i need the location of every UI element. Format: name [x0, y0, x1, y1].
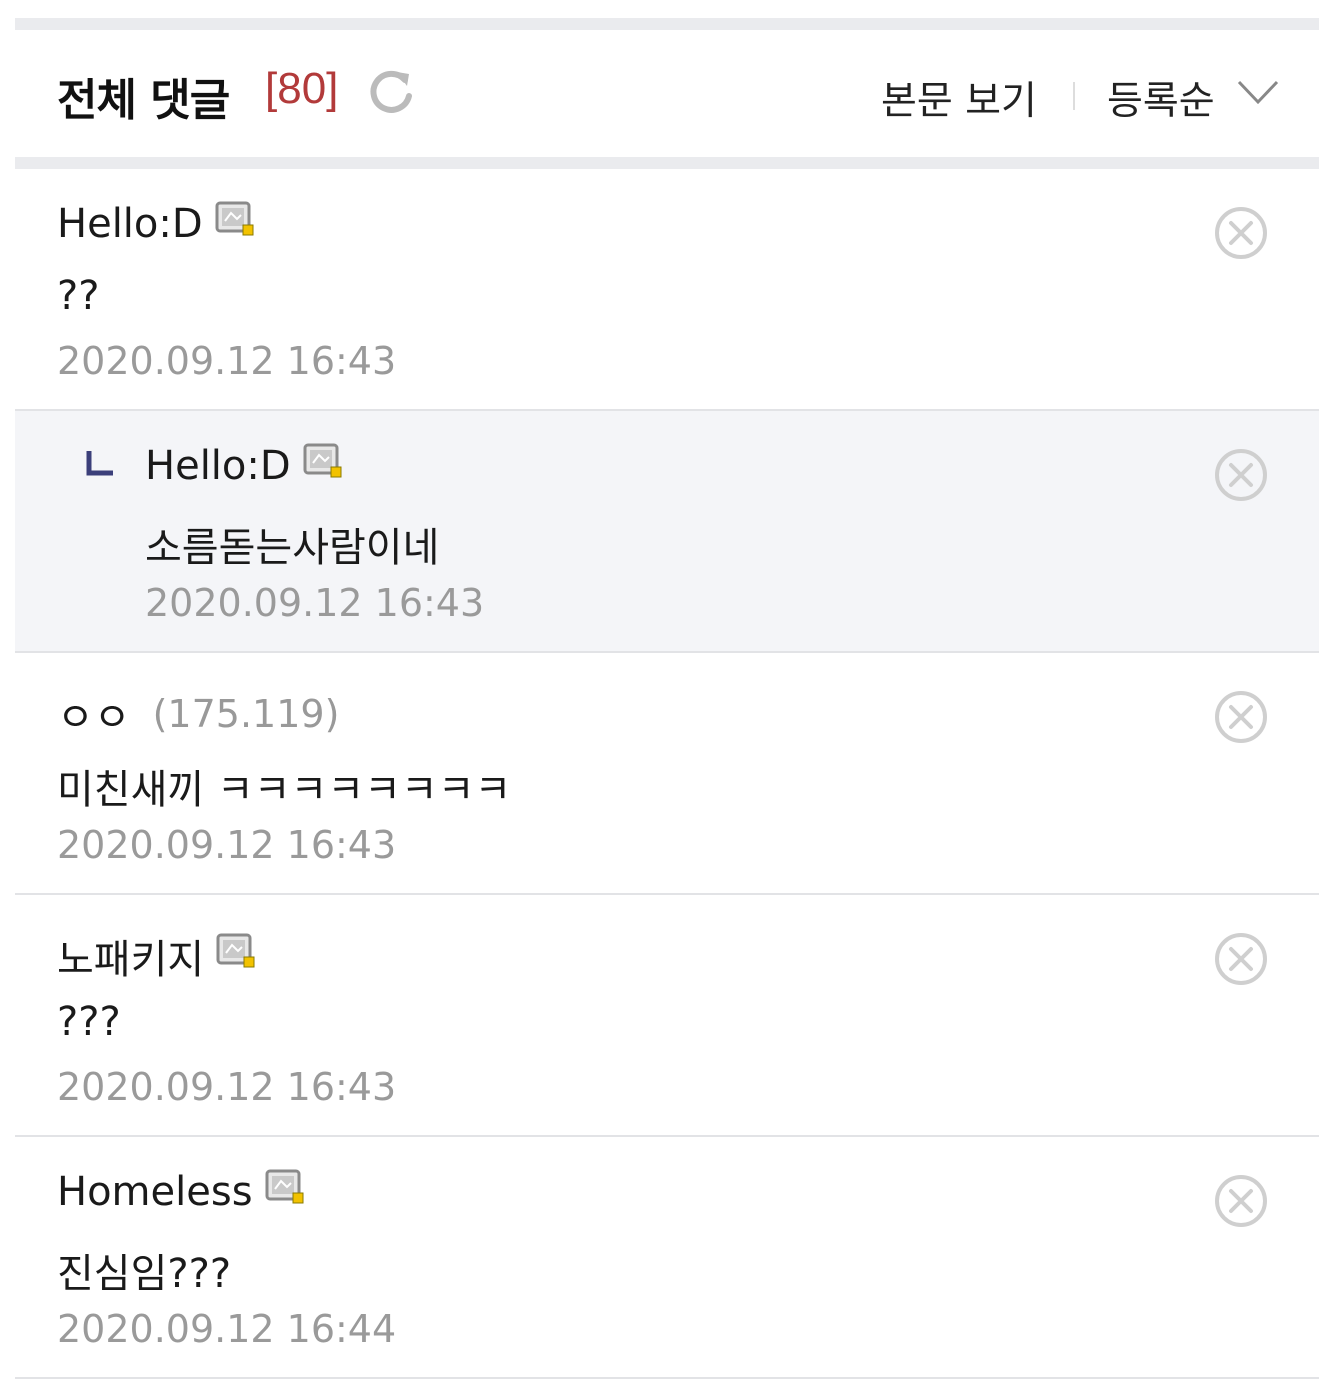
member-badge-icon: [265, 1169, 304, 1204]
header-divider: [1073, 82, 1075, 110]
comment-item: Hello:D?? 2020.09.12 16:43: [15, 169, 1319, 411]
comment-item: 노패키지??? 2020.09.12 16:43: [15, 895, 1319, 1137]
comment-author[interactable]: Hello:D: [145, 443, 291, 489]
comment-author-ip: (175.119): [152, 692, 340, 736]
comment-text: 진심임???: [57, 1251, 232, 1297]
comment-author-line: ㅇㅇ (175.119): [57, 685, 339, 743]
reply-comment: Hello:D 소름돋는사람이네 2020.09.12 16:43: [15, 411, 1319, 653]
comment-author-line: Hello:D: [57, 201, 257, 247]
member-badge-icon: [303, 443, 342, 478]
comment-author[interactable]: 노패키지: [57, 927, 204, 985]
comment-panel: 전체 댓글 [80] 본문 보기 등록순 Hello:D?? 2020.09.12…: [15, 0, 1319, 1396]
delete-circle-x-icon[interactable]: [1213, 689, 1269, 745]
comment-author-line: Hello:D: [145, 443, 345, 489]
delete-circle-x-icon[interactable]: [1213, 931, 1269, 987]
comment-date: 2020.09.12 16:44: [57, 1307, 397, 1351]
top-separator: [15, 18, 1319, 30]
header-separator: [15, 157, 1319, 169]
comment-date: 2020.09.12 16:43: [57, 823, 397, 867]
comment-item: ㅇㅇ (175.119) 미친새끼 ㅋㅋㅋㅋㅋㅋㅋㅋ 2020.09.12 16:43: [15, 653, 1319, 895]
comment-count: [80]: [265, 64, 339, 113]
chevron-down-icon[interactable]: [1235, 76, 1281, 108]
member-badge-icon: [216, 933, 255, 968]
comment-date: 2020.09.12 16:43: [145, 581, 485, 625]
comment-text: 소름돋는사람이네: [145, 525, 440, 571]
comment-header: 전체 댓글 [80] 본문 보기 등록순: [15, 30, 1319, 157]
view-body-link[interactable]: 본문 보기: [881, 70, 1037, 126]
comment-text: 미친새끼 ㅋㅋㅋㅋㅋㅋㅋㅋ: [57, 767, 512, 813]
reply-arrow-icon: [86, 451, 113, 476]
comment-author-line: Homeless: [57, 1169, 307, 1215]
sort-select[interactable]: 등록순: [1107, 70, 1215, 126]
comment-author[interactable]: Hello:D: [57, 201, 203, 247]
comment-date: 2020.09.12 16:43: [57, 1065, 397, 1109]
comment-text: ??: [57, 273, 100, 319]
comment-section-title: 전체 댓글: [57, 75, 230, 126]
member-badge-icon: [215, 201, 254, 236]
comment-text: ???: [57, 999, 121, 1045]
delete-circle-x-icon[interactable]: [1213, 1173, 1269, 1229]
comment-author[interactable]: Homeless: [57, 1169, 253, 1215]
comment-date: 2020.09.12 16:43: [57, 339, 397, 383]
comment-item: Homeless 진심임??? 2020.09.12 16:44: [15, 1137, 1319, 1379]
refresh-icon[interactable]: [365, 66, 417, 118]
delete-circle-x-icon[interactable]: [1213, 205, 1269, 261]
comment-author-line: 노패키지: [57, 927, 258, 985]
comment-author[interactable]: ㅇㅇ: [57, 685, 131, 743]
delete-circle-x-icon[interactable]: [1213, 447, 1269, 503]
